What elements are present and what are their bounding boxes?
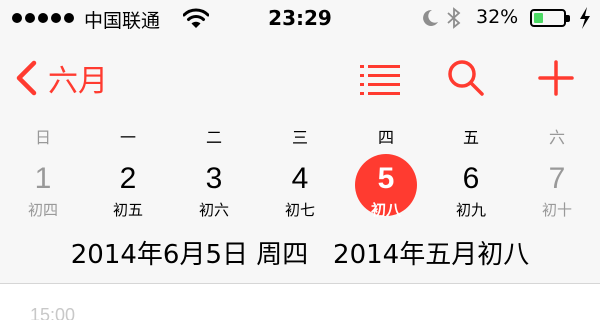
- lunar-date: 初七: [284, 201, 315, 219]
- day-number: 3: [205, 162, 223, 195]
- bluetooth-icon: [447, 7, 461, 29]
- day-cell[interactable]: 6 初九: [436, 160, 506, 226]
- lunar-date: 初六: [198, 201, 229, 219]
- calendar-header-area: 中国联通 23:29 32% 六月 日 一 二 三 四 五 六 1 初四 2 初…: [0, 0, 600, 284]
- lunar-date: 初九: [455, 201, 486, 219]
- weekday-mon: 一: [119, 128, 136, 147]
- search-icon[interactable]: [446, 58, 486, 98]
- battery-percent: 32%: [476, 6, 519, 28]
- week-days-row: 1 初四 2 初五 3 初六 4 初七 5 初八 6 初九 7 初十: [0, 154, 600, 226]
- status-bar: 中国联通 23:29 32%: [0, 0, 600, 40]
- day-cell[interactable]: 3 初六: [179, 160, 249, 226]
- day-cell[interactable]: 1 初四: [8, 160, 78, 226]
- event-time-label: 15:00: [30, 305, 76, 320]
- battery-icon: [530, 9, 570, 27]
- lunar-date: 初十: [541, 201, 572, 219]
- day-number: 2: [119, 162, 137, 195]
- back-label: 六月: [48, 64, 108, 99]
- day-number: 6: [462, 162, 480, 195]
- plus-icon[interactable]: [536, 58, 576, 98]
- lunar-date: 初四: [27, 201, 58, 219]
- weekday-header-row: 日 一 二 三 四 五 六: [0, 124, 600, 148]
- lunar-date: 初八: [370, 201, 401, 219]
- day-number: 1: [34, 162, 52, 195]
- moon-icon: [423, 9, 438, 26]
- day-number: 5: [377, 162, 395, 195]
- charging-bolt-icon: [580, 7, 590, 29]
- day-cell[interactable]: 7 初十: [522, 160, 592, 226]
- day-number: 7: [548, 162, 566, 195]
- lunar-date: 初五: [112, 201, 143, 219]
- day-cell[interactable]: 2 初五: [93, 160, 163, 226]
- weekday-tue: 二: [205, 128, 222, 147]
- chevron-left-icon: [16, 60, 37, 96]
- weekday-sat: 六: [548, 128, 565, 147]
- weekday-thu: 四: [377, 128, 394, 147]
- list-icon[interactable]: [360, 63, 400, 95]
- weekday-sun: 日: [34, 128, 51, 147]
- selected-date-label: 2014年6月5日 周四 2014年五月初八: [70, 240, 530, 270]
- day-cell[interactable]: 4 初七: [265, 160, 335, 226]
- weekday-fri: 五: [462, 128, 479, 147]
- day-number: 4: [291, 162, 309, 195]
- day-cell-selected[interactable]: 5 初八: [351, 154, 421, 226]
- back-button[interactable]: 六月: [14, 58, 108, 99]
- weekday-wed: 三: [291, 128, 308, 147]
